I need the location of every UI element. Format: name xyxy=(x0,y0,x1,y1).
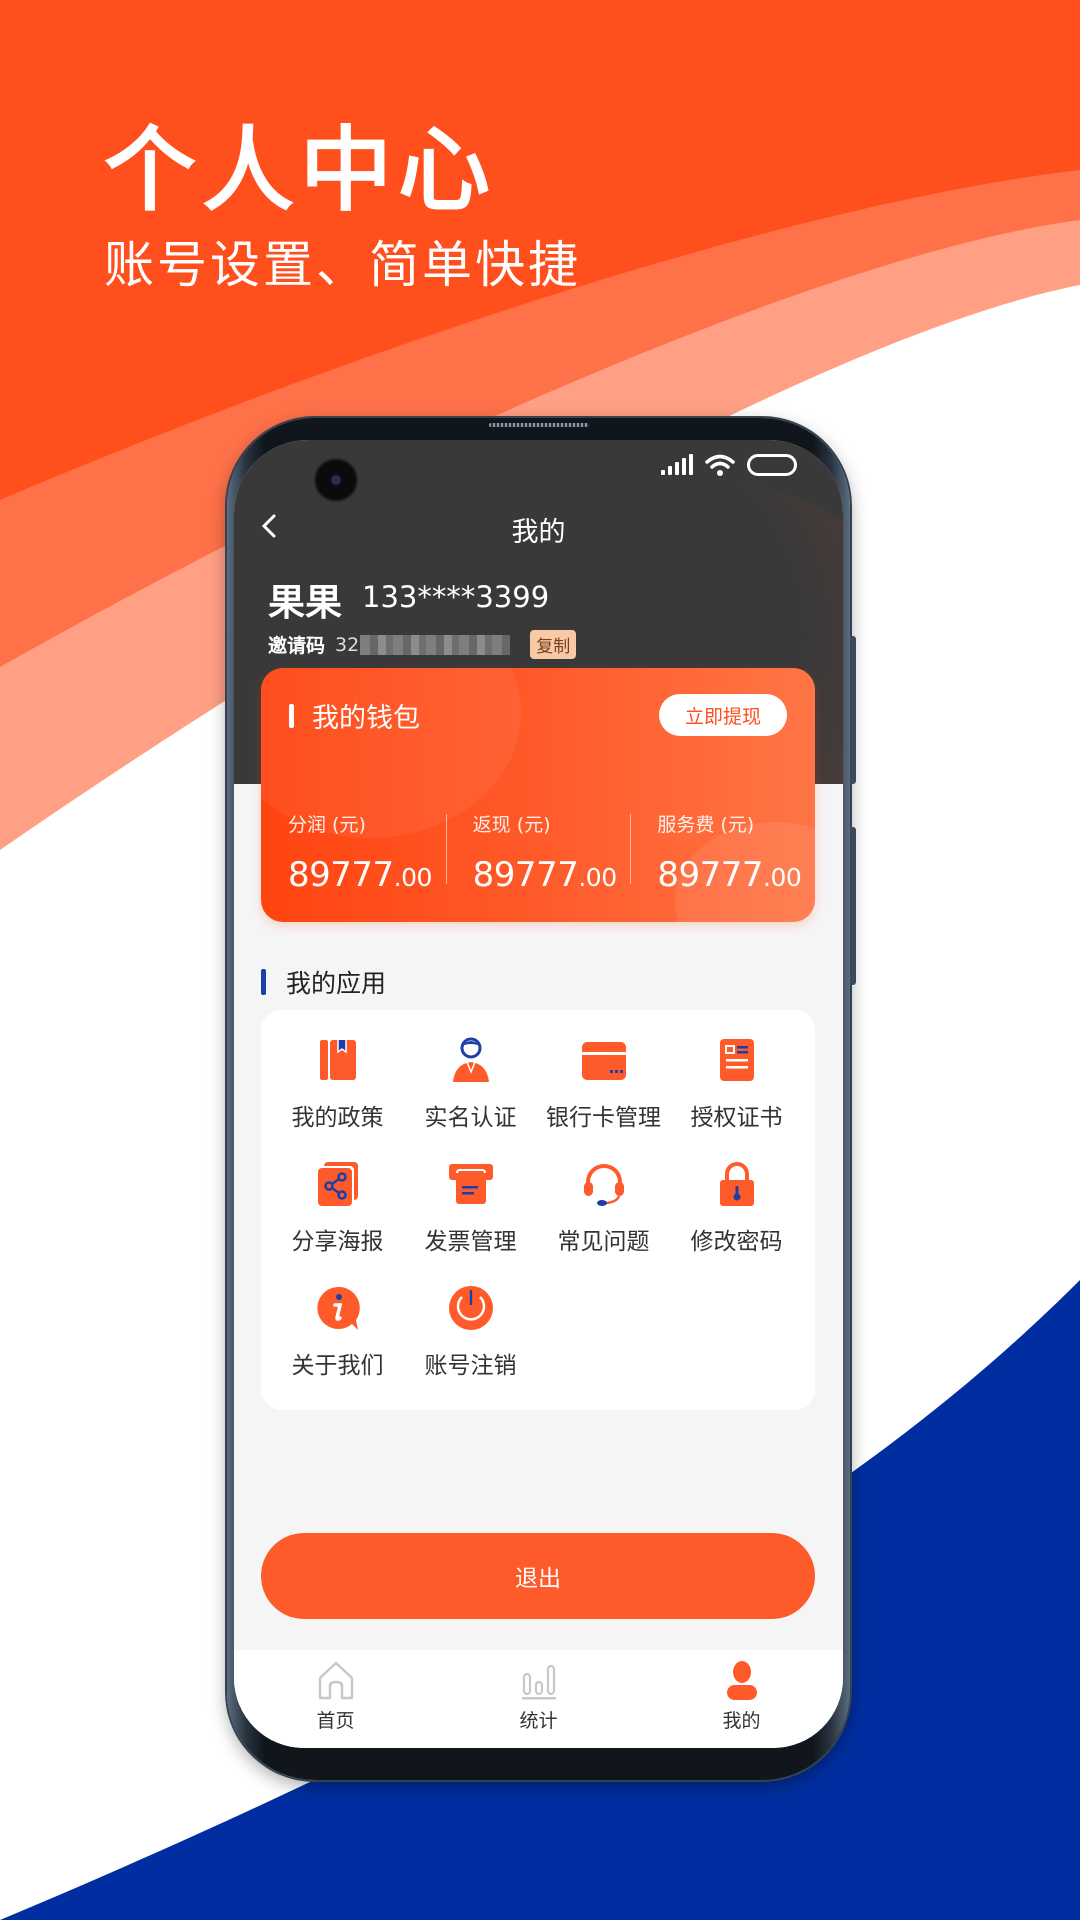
apps-card: 我的政策 实名认证 银行卡管理 授权证书 分享海报 发票管理 常见问题 修改密码… xyxy=(261,1010,815,1410)
tab-home[interactable]: 首页 xyxy=(234,1650,437,1748)
invoice-icon xyxy=(448,1164,493,1204)
withdraw-button[interactable]: 立即提现 xyxy=(659,694,787,736)
home-icon xyxy=(318,1661,353,1700)
stat-profit-share[interactable]: 分润 (元) 89777.00 xyxy=(261,810,446,895)
volume-button xyxy=(850,636,856,784)
promo-title: 个人中心 xyxy=(104,117,497,224)
front-camera xyxy=(316,460,356,500)
battery-icon xyxy=(747,454,797,476)
chart-icon xyxy=(521,1664,556,1700)
certificate-icon xyxy=(719,1039,754,1081)
app-faq[interactable]: 常见问题 xyxy=(537,1160,670,1256)
tab-stats[interactable]: 统计 xyxy=(437,1650,640,1748)
wallet-stats: 分润 (元) 89777.00 返现 (元) 89777.00 服务费 (元) … xyxy=(261,810,815,895)
stat-service-fee[interactable]: 服务费 (元) 89777.00 xyxy=(630,810,815,895)
app-label: 分享海报 xyxy=(291,1229,384,1255)
app-change-password[interactable]: 修改密码 xyxy=(670,1160,803,1256)
app-label: 修改密码 xyxy=(690,1229,783,1255)
app-screen: 我的 果果 133****3399 邀请码 32 复制 我的钱包 立即提现 分润… xyxy=(234,440,843,1748)
book-icon xyxy=(319,1040,356,1080)
invite-label: 邀请码 xyxy=(268,635,326,657)
user-phone: 133****3399 xyxy=(362,580,550,614)
app-real-name-auth[interactable]: 实名认证 xyxy=(404,1036,537,1132)
bottom-tab-bar: 首页 统计 我的 xyxy=(234,1650,843,1748)
power-button xyxy=(850,827,856,985)
copy-button[interactable]: 复制 xyxy=(530,630,577,659)
phone-speaker xyxy=(489,423,589,427)
user-icon xyxy=(726,1661,757,1700)
invite-code: 32 xyxy=(335,633,360,656)
info-icon xyxy=(316,1286,360,1330)
lock-icon xyxy=(719,1162,754,1206)
stat-label: 分润 (元) xyxy=(288,814,366,836)
wifi-icon xyxy=(705,454,735,476)
stat-label: 服务费 (元) xyxy=(657,814,755,836)
tab-mine[interactable]: 我的 xyxy=(640,1650,843,1748)
app-label: 常见问题 xyxy=(557,1229,650,1255)
app-label: 银行卡管理 xyxy=(546,1105,661,1131)
app-invoice[interactable]: 发票管理 xyxy=(404,1160,537,1256)
phone-frame: 我的 果果 133****3399 邀请码 32 复制 我的钱包 立即提现 分润… xyxy=(227,418,856,1780)
signal-icon xyxy=(661,454,693,475)
nav-bar: 我的 xyxy=(234,502,843,552)
apps-title-text: 我的应用 xyxy=(286,969,387,998)
logout-button[interactable]: 退出 xyxy=(261,1533,815,1619)
stat-label: 返现 (元) xyxy=(472,814,551,836)
bank-card-icon xyxy=(581,1042,626,1080)
wallet-title-text: 我的钱包 xyxy=(312,703,420,734)
power-icon xyxy=(448,1286,493,1330)
app-share-poster[interactable]: 分享海报 xyxy=(271,1160,404,1256)
app-my-policy[interactable]: 我的政策 xyxy=(271,1036,404,1132)
app-label: 实名认证 xyxy=(424,1105,517,1131)
invite-code-row: 邀请码 32 复制 xyxy=(268,630,577,659)
app-label: 发票管理 xyxy=(424,1229,517,1255)
app-label: 授权证书 xyxy=(690,1105,783,1131)
tab-label: 统计 xyxy=(519,1710,558,1732)
tab-label: 首页 xyxy=(316,1710,355,1732)
headset-icon xyxy=(583,1164,624,1206)
app-label: 关于我们 xyxy=(291,1353,384,1379)
wallet-card: 我的钱包 立即提现 分润 (元) 89777.00 返现 (元) 89777.0… xyxy=(261,668,815,922)
stat-value: 89777.00 xyxy=(657,855,802,895)
page-title: 我的 xyxy=(511,517,566,548)
stat-value: 89777.00 xyxy=(472,855,617,895)
status-bar xyxy=(234,440,843,502)
invite-code-redacted xyxy=(360,634,511,655)
wallet-title: 我的钱包 xyxy=(289,696,420,735)
app-about-us[interactable]: 关于我们 xyxy=(271,1284,404,1380)
app-deactivate-account[interactable]: 账号注销 xyxy=(404,1284,537,1380)
share-icon xyxy=(317,1162,358,1206)
app-label: 账号注销 xyxy=(424,1353,517,1379)
stat-value: 89777.00 xyxy=(288,855,432,895)
stat-cashback[interactable]: 返现 (元) 89777.00 xyxy=(445,810,631,895)
app-certificate[interactable]: 授权证书 xyxy=(670,1036,803,1132)
app-bank-card[interactable]: 银行卡管理 xyxy=(537,1036,670,1132)
person-id-icon xyxy=(452,1037,489,1082)
promo-subtitle: 账号设置、简单快捷 xyxy=(104,236,581,294)
app-label: 我的政策 xyxy=(291,1105,384,1131)
apps-section-title: 我的应用 xyxy=(261,964,386,1000)
user-name: 果果 xyxy=(268,581,342,624)
tab-label: 我的 xyxy=(722,1710,761,1732)
